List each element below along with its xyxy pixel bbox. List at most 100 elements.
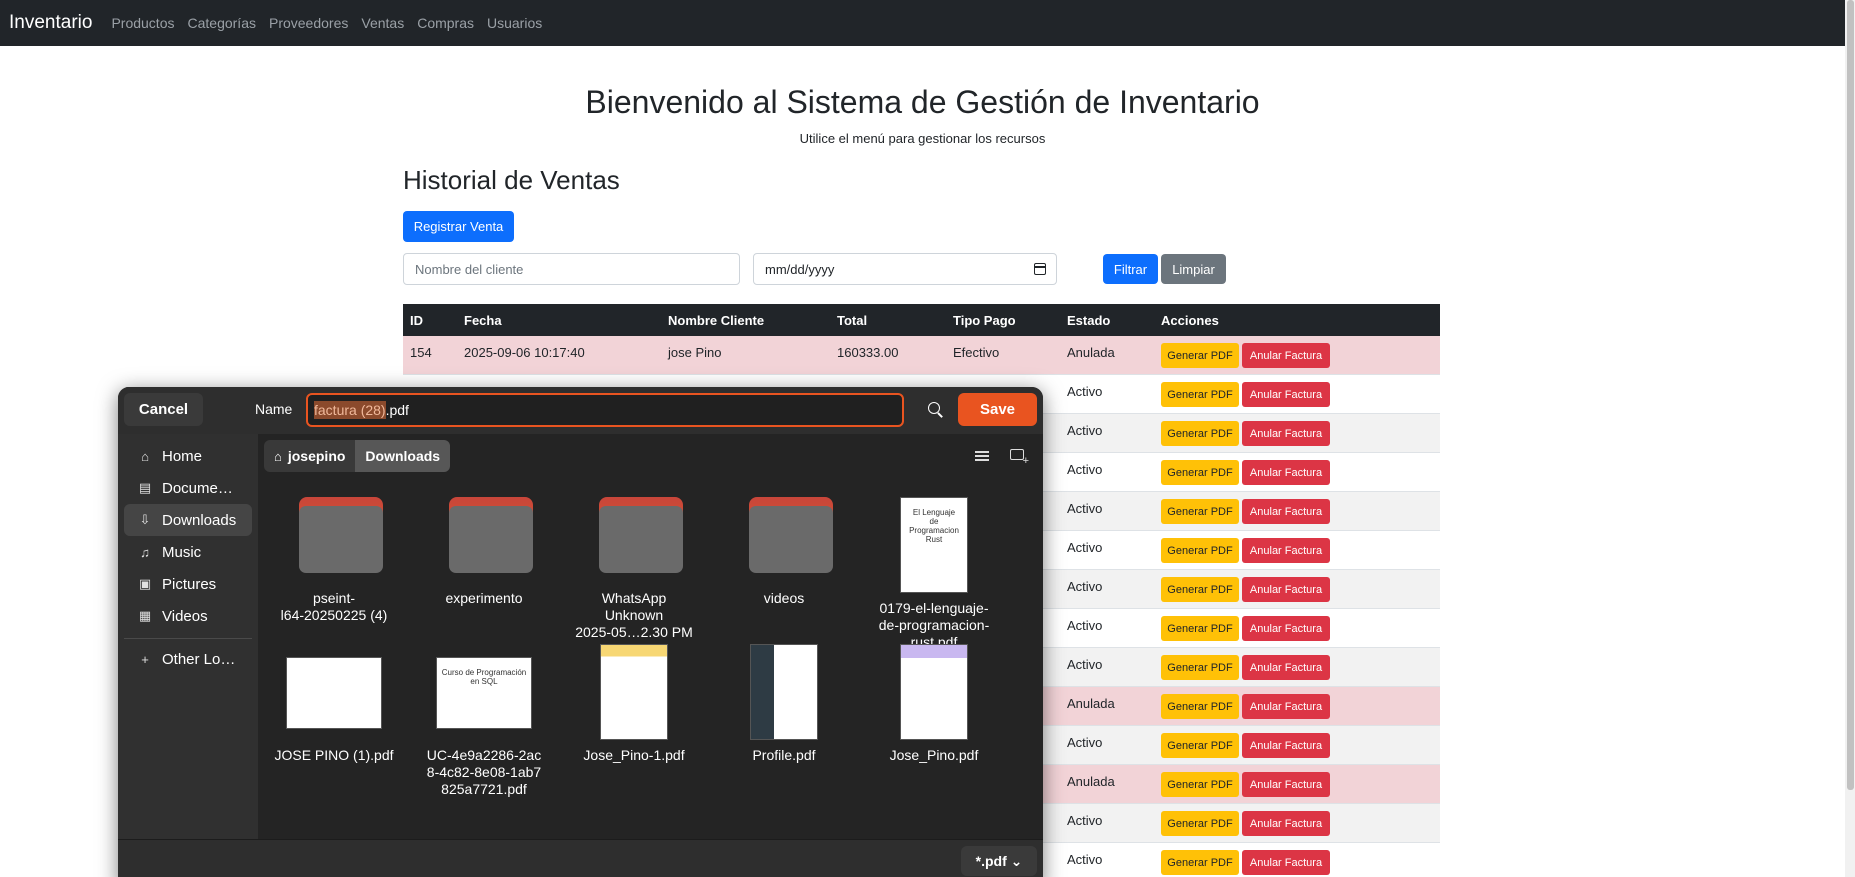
- annul-invoice-button[interactable]: Anular Factura: [1242, 577, 1330, 602]
- picture-icon: ▣: [138, 576, 152, 591]
- file-name-label: UC-4e9a2286-2ac 8-4c82-8e08-1ab7 825a772…: [426, 747, 542, 797]
- file-item[interactable]: Jose_Pino.pdf: [859, 644, 1009, 784]
- scrollbar-thumb[interactable]: [1847, 0, 1854, 790]
- path-crumb-label: josepino: [287, 448, 346, 464]
- music-icon: ♫: [140, 544, 150, 560]
- sidebar-item-other-locations[interactable]: + Other Lo…: [124, 643, 252, 675]
- annul-invoice-button[interactable]: Anular Factura: [1242, 460, 1330, 485]
- cell-estado: Activo: [1067, 462, 1103, 477]
- generate-pdf-button[interactable]: Generar PDF: [1161, 460, 1239, 485]
- navbar: Inventario Productos Categorías Proveedo…: [0, 0, 1845, 46]
- file-item[interactable]: JOSE PINO (1).pdf: [259, 644, 409, 784]
- sidebar-item-videos[interactable]: ▦ Videos: [124, 600, 252, 632]
- sidebar-item-home[interactable]: ⌂ Home: [124, 440, 252, 472]
- annul-invoice-button[interactable]: Anular Factura: [1242, 694, 1330, 719]
- annul-invoice-button[interactable]: Anular Factura: [1242, 421, 1330, 446]
- name-label: Name: [255, 401, 293, 417]
- folder-icon: [749, 497, 833, 573]
- generate-pdf-button[interactable]: Generar PDF: [1161, 499, 1239, 524]
- generate-pdf-button[interactable]: Generar PDF: [1161, 616, 1239, 641]
- nav-link-categorias[interactable]: Categorías: [188, 15, 256, 31]
- calendar-icon[interactable]: [1034, 263, 1046, 275]
- annul-invoice-button[interactable]: Anular Factura: [1242, 655, 1330, 680]
- generate-pdf-button[interactable]: Generar PDF: [1161, 850, 1239, 875]
- file-item[interactable]: Curso de Programación en SQL UC-4e9a2286-…: [409, 644, 559, 797]
- nav-link-usuarios[interactable]: Usuarios: [487, 15, 542, 31]
- nav-link-compras[interactable]: Compras: [417, 15, 474, 31]
- file-type-filter[interactable]: *.pdf ⌄: [961, 846, 1037, 876]
- generate-pdf-button[interactable]: Generar PDF: [1161, 343, 1239, 368]
- sidebar-item-pictures[interactable]: ▣ Pictures: [124, 568, 252, 600]
- generate-pdf-button[interactable]: Generar PDF: [1161, 382, 1239, 407]
- filter-label: *.pdf: [975, 853, 1007, 869]
- generate-pdf-button[interactable]: Generar PDF: [1161, 811, 1239, 836]
- generate-pdf-button[interactable]: Generar PDF: [1161, 577, 1239, 602]
- dialog-footer: *.pdf ⌄: [118, 839, 1043, 877]
- cell-estado: Activo: [1067, 618, 1103, 633]
- annul-invoice-button[interactable]: Anular Factura: [1242, 499, 1330, 524]
- pdf-thumbnail-icon: [600, 644, 668, 740]
- path-bar: ⌂ josepino Downloads: [264, 440, 451, 472]
- table-header: ID Fecha Nombre Cliente Total Tipo Pago …: [403, 304, 1440, 336]
- col-tipo-pago: Tipo Pago: [953, 312, 1016, 328]
- filter-button[interactable]: Filtrar: [1103, 254, 1158, 284]
- date-input[interactable]: mm/dd/yyyy: [753, 253, 1057, 285]
- list-view-icon[interactable]: [975, 451, 989, 461]
- search-icon[interactable]: [928, 402, 940, 414]
- new-folder-icon[interactable]: [1010, 449, 1029, 467]
- cell-fecha: 2025-09-06 10:17:40: [464, 345, 585, 360]
- generate-pdf-button[interactable]: Generar PDF: [1161, 733, 1239, 758]
- annul-invoice-button[interactable]: Anular Factura: [1242, 733, 1330, 758]
- table-row: 154 2025-09-06 10:17:40 jose Pino 160333.00…: [403, 336, 1440, 375]
- file-item[interactable]: Profile.pdf: [709, 644, 859, 784]
- sales-history-title: Historial de Ventas: [403, 165, 620, 195]
- video-icon: ▦: [138, 608, 152, 623]
- folder-icon: [299, 497, 383, 573]
- annul-invoice-button[interactable]: Anular Factura: [1242, 382, 1330, 407]
- file-item[interactable]: Jose_Pino-1.pdf: [559, 644, 709, 784]
- file-item[interactable]: El Lenguaje de Programacion Rust 0179-el-…: [859, 497, 1009, 650]
- annul-invoice-button[interactable]: Anular Factura: [1242, 811, 1330, 836]
- generate-pdf-button[interactable]: Generar PDF: [1161, 421, 1239, 446]
- pdf-thumbnail-icon: [750, 644, 818, 740]
- save-button[interactable]: Save: [958, 393, 1037, 426]
- annul-invoice-button[interactable]: Anular Factura: [1242, 616, 1330, 641]
- folder-item[interactable]: experimento: [409, 497, 559, 637]
- register-sale-button[interactable]: Registrar Venta: [403, 211, 514, 242]
- path-crumb-downloads[interactable]: Downloads: [355, 440, 451, 472]
- pdf-thumbnail-icon: [286, 657, 382, 729]
- navbar-brand[interactable]: Inventario: [9, 12, 92, 34]
- filename-input[interactable]: factura (28) .pdf: [306, 393, 904, 427]
- folder-icon: [449, 497, 533, 573]
- path-crumb-label: Downloads: [365, 448, 441, 464]
- generate-pdf-button[interactable]: Generar PDF: [1161, 655, 1239, 680]
- folder-item[interactable]: videos: [709, 497, 859, 637]
- annul-invoice-button[interactable]: Anular Factura: [1242, 772, 1330, 797]
- plus-icon: +: [141, 651, 149, 667]
- page-scrollbar[interactable]: [1845, 0, 1855, 877]
- clear-button[interactable]: Limpiar: [1161, 254, 1226, 284]
- col-acciones: Acciones: [1161, 312, 1219, 328]
- generate-pdf-button[interactable]: Generar PDF: [1161, 538, 1239, 563]
- sidebar-item-documents[interactable]: ▤ Docume…: [124, 472, 252, 504]
- path-crumb-home[interactable]: ⌂ josepino: [264, 440, 356, 472]
- sidebar-item-music[interactable]: ♫ Music: [124, 536, 252, 568]
- sidebar-item-label: Docume…: [162, 479, 233, 497]
- annul-invoice-button[interactable]: Anular Factura: [1242, 538, 1330, 563]
- file-name-label: pseint- l64-20250225 (4): [280, 590, 388, 623]
- sidebar-item-downloads[interactable]: ⇩ Downloads: [124, 504, 252, 536]
- cancel-button[interactable]: Cancel: [124, 393, 203, 426]
- generate-pdf-button[interactable]: Generar PDF: [1161, 772, 1239, 797]
- folder-item[interactable]: WhatsApp Unknown 2025-05…2.30 PM: [559, 497, 709, 640]
- pdf-thumbnail-icon: El Lenguaje de Programacion Rust: [900, 497, 968, 593]
- nav-link-productos[interactable]: Productos: [111, 15, 174, 31]
- folder-item[interactable]: pseint- l64-20250225 (4): [259, 497, 409, 637]
- file-name-label: videos: [763, 590, 805, 606]
- generate-pdf-button[interactable]: Generar PDF: [1161, 694, 1239, 719]
- nav-link-ventas[interactable]: Ventas: [361, 15, 404, 31]
- client-name-input[interactable]: Nombre del cliente: [403, 253, 740, 285]
- annul-invoice-button[interactable]: Anular Factura: [1242, 850, 1330, 875]
- file-name-label: Jose_Pino-1.pdf: [583, 747, 685, 763]
- annul-invoice-button[interactable]: Anular Factura: [1242, 343, 1330, 368]
- nav-link-proveedores[interactable]: Proveedores: [269, 15, 348, 31]
